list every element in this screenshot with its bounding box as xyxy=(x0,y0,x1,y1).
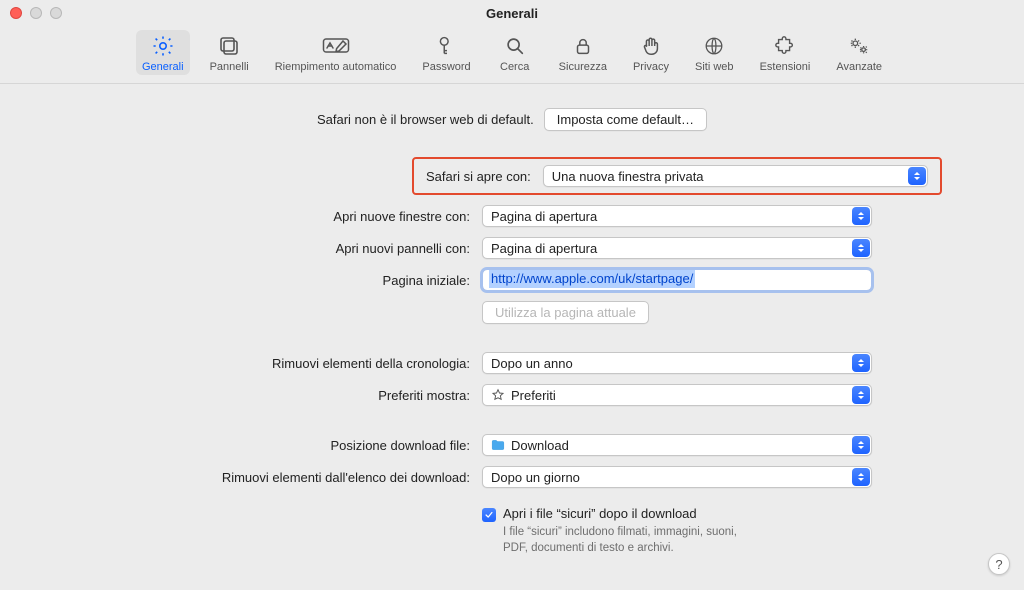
new-tabs-popup[interactable]: Pagina di apertura xyxy=(482,237,872,259)
tab-generali[interactable]: Generali xyxy=(136,30,190,75)
new-tabs-label: Apri nuovi pannelli con: xyxy=(60,241,470,256)
chevrons-icon xyxy=(908,167,926,185)
default-browser-message: Safari non è il browser web di default. xyxy=(317,112,534,127)
chevrons-icon xyxy=(852,436,870,454)
tab-label: Generali xyxy=(142,61,184,73)
tabs-icon xyxy=(215,34,243,58)
titlebar: Generali xyxy=(0,0,1024,26)
safari-opens-with-label: Safari si apre con: xyxy=(426,169,531,184)
tab-label: Avanzate xyxy=(836,61,882,73)
popup-value: Dopo un anno xyxy=(491,356,573,371)
popup-value: Pagina di apertura xyxy=(491,209,597,224)
search-icon xyxy=(501,34,529,58)
tab-cerca[interactable]: Cerca xyxy=(491,30,539,75)
chevrons-icon xyxy=(852,207,870,225)
tab-label: Sicurezza xyxy=(559,61,607,73)
tab-password[interactable]: Password xyxy=(416,30,476,75)
tab-pannelli[interactable]: Pannelli xyxy=(204,30,255,75)
favorites-show-label: Preferiti mostra: xyxy=(60,388,470,403)
chevrons-icon xyxy=(852,239,870,257)
key-icon xyxy=(433,34,461,58)
use-current-page-button[interactable]: Utilizza la pagina attuale xyxy=(482,301,649,324)
folder-icon xyxy=(491,439,505,451)
tab-label: Pannelli xyxy=(210,61,249,73)
download-location-label: Posizione download file: xyxy=(60,438,470,453)
star-icon xyxy=(491,388,505,402)
tab-label: Estensioni xyxy=(760,61,811,73)
safari-opens-with-row-highlight: Safari si apre con: Una nuova finestra p… xyxy=(412,157,942,195)
autofill-icon xyxy=(322,34,350,58)
open-safe-files-note: I file “sicuri” includono filmati, immag… xyxy=(482,525,742,556)
popup-value: Pagina di apertura xyxy=(491,241,597,256)
puzzle-icon xyxy=(771,34,799,58)
help-button[interactable]: ? xyxy=(988,553,1010,575)
gears-icon xyxy=(845,34,873,58)
chevrons-icon xyxy=(852,354,870,372)
popup-value: Download xyxy=(511,438,569,453)
tab-siti-web[interactable]: Siti web xyxy=(689,30,740,75)
window-title: Generali xyxy=(0,6,1024,21)
download-remove-label: Rimuovi elementi dall'elenco dei downloa… xyxy=(60,470,470,485)
tab-label: Password xyxy=(422,61,470,73)
new-windows-label: Apri nuove finestre con: xyxy=(60,209,470,224)
chevrons-icon xyxy=(852,386,870,404)
safari-opens-with-popup[interactable]: Una nuova finestra privata xyxy=(543,165,928,187)
favorites-show-popup[interactable]: Preferiti xyxy=(482,384,872,406)
download-remove-popup[interactable]: Dopo un giorno xyxy=(482,466,872,488)
tab-label: Riempimento automatico xyxy=(275,61,397,73)
tab-avanzate[interactable]: Avanzate xyxy=(830,30,888,75)
tab-sicurezza[interactable]: Sicurezza xyxy=(553,30,613,75)
tab-privacy[interactable]: Privacy xyxy=(627,30,675,75)
homepage-value: http://www.apple.com/uk/startpage/ xyxy=(489,270,695,288)
set-default-browser-button[interactable]: Imposta come default… xyxy=(544,108,707,131)
history-remove-label: Rimuovi elementi della cronologia: xyxy=(60,356,470,371)
tab-label: Privacy xyxy=(633,61,669,73)
download-location-popup[interactable]: Download xyxy=(482,434,872,456)
preferences-toolbar: Generali Pannelli Riempimento automatico… xyxy=(0,26,1024,84)
globe-icon xyxy=(700,34,728,58)
new-windows-popup[interactable]: Pagina di apertura xyxy=(482,205,872,227)
chevrons-icon xyxy=(852,468,870,486)
tab-label: Siti web xyxy=(695,61,734,73)
hand-icon xyxy=(637,34,665,58)
homepage-field[interactable]: http://www.apple.com/uk/startpage/ xyxy=(482,269,872,291)
tab-riempimento-automatico[interactable]: Riempimento automatico xyxy=(269,30,403,75)
open-safe-files-label: Apri i file “sicuri” dopo il download xyxy=(503,506,697,521)
open-safe-files-checkbox[interactable] xyxy=(482,508,496,522)
popup-value: Preferiti xyxy=(511,388,556,403)
tab-estensioni[interactable]: Estensioni xyxy=(754,30,817,75)
popup-value: Una nuova finestra privata xyxy=(552,169,704,184)
history-remove-popup[interactable]: Dopo un anno xyxy=(482,352,872,374)
tab-label: Cerca xyxy=(500,61,529,73)
general-preferences-pane: Safari non è il browser web di default. … xyxy=(0,84,1024,590)
gear-icon xyxy=(149,34,177,58)
popup-value: Dopo un giorno xyxy=(491,470,580,485)
lock-icon xyxy=(569,34,597,58)
homepage-label: Pagina iniziale: xyxy=(60,273,470,288)
